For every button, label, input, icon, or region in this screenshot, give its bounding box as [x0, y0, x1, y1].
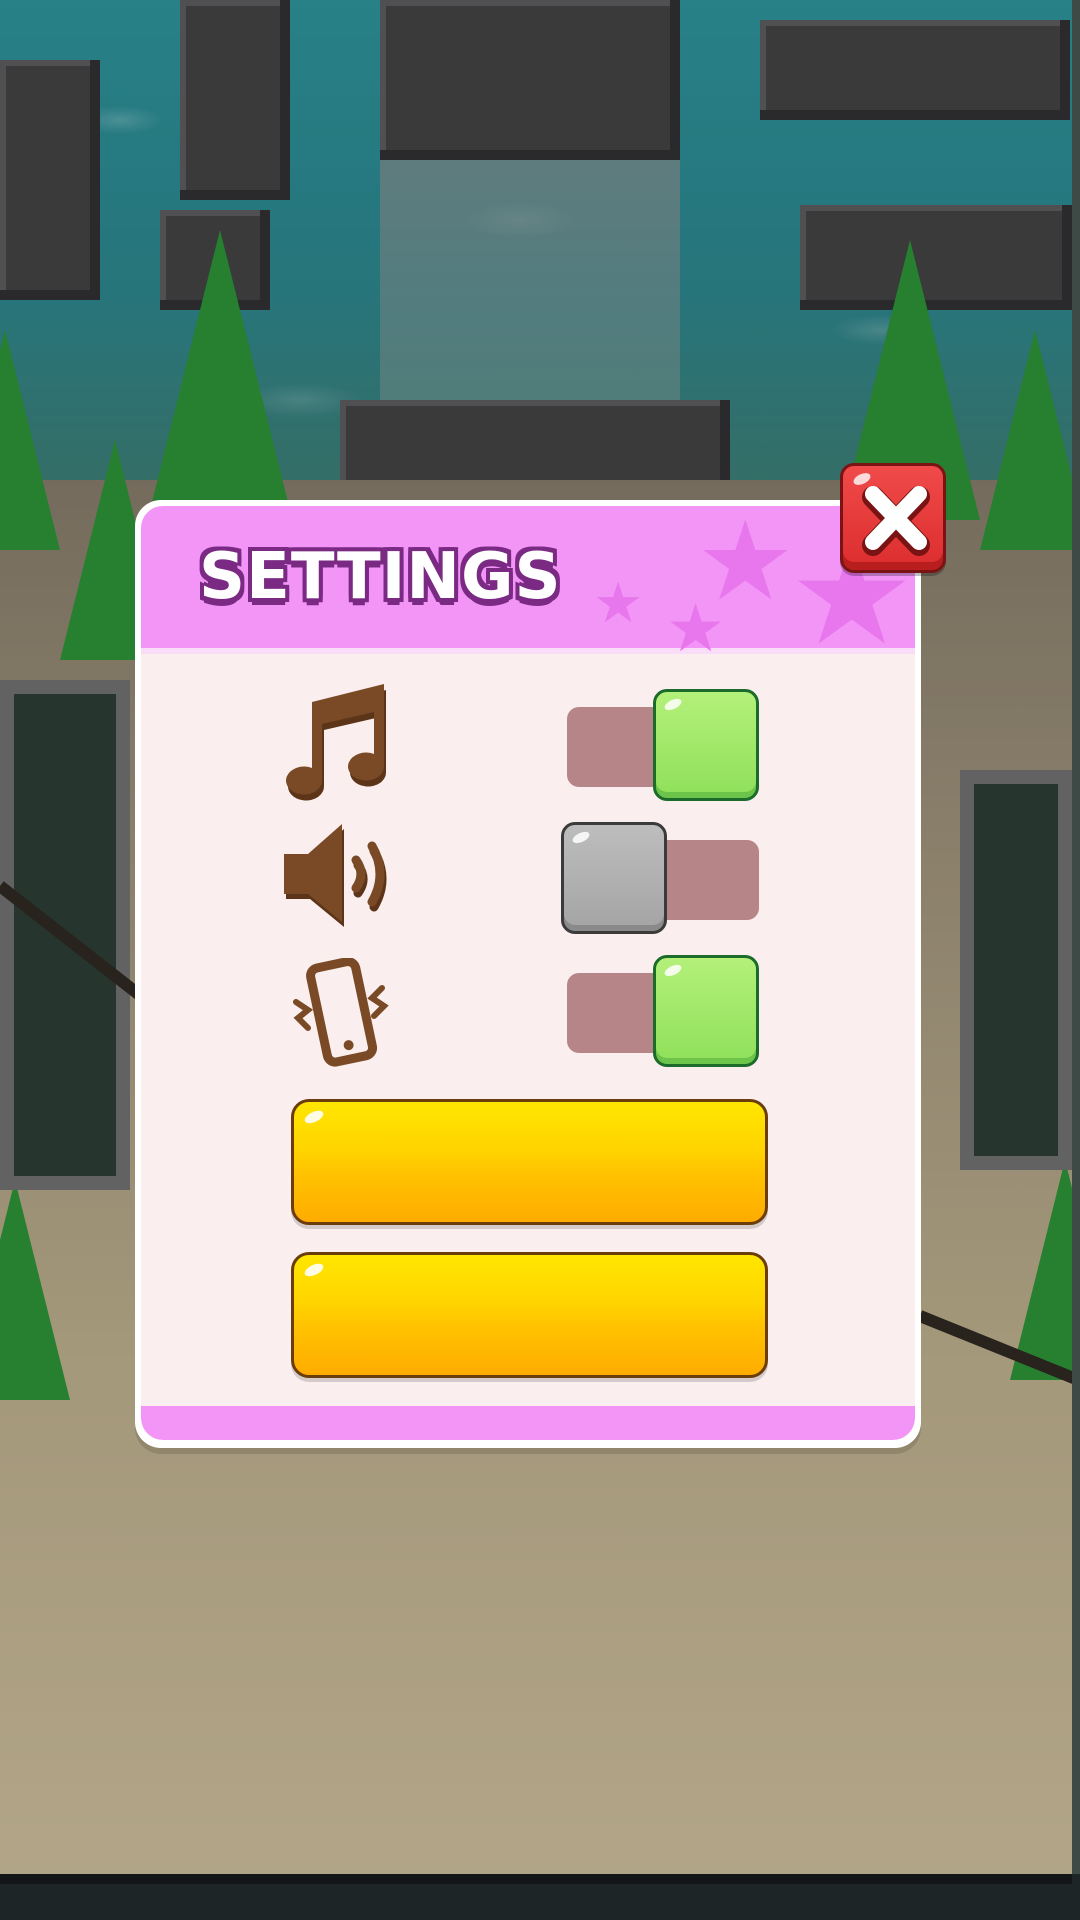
- vibrate-phone-icon: [286, 957, 396, 1074]
- music-toggle[interactable]: [561, 689, 759, 801]
- music-note-icon: [284, 684, 394, 808]
- dialog-title: SETTINGS: [199, 540, 562, 614]
- star-decoration-icon: ★: [593, 571, 644, 636]
- yellow-button-2[interactable]: [291, 1252, 768, 1378]
- close-button[interactable]: [840, 463, 946, 573]
- sound-toggle[interactable]: [561, 822, 759, 934]
- star-decoration-icon: ★: [666, 590, 726, 667]
- vibration-toggle[interactable]: [561, 955, 759, 1067]
- close-x-icon: [862, 486, 930, 556]
- dialog-footer: [141, 1406, 915, 1440]
- system-bar: [0, 1874, 1080, 1920]
- dialog-header: ★ ★ ★ ★ SETTINGS: [141, 506, 915, 666]
- yellow-button-1[interactable]: [291, 1099, 768, 1225]
- speaker-icon: [280, 824, 400, 932]
